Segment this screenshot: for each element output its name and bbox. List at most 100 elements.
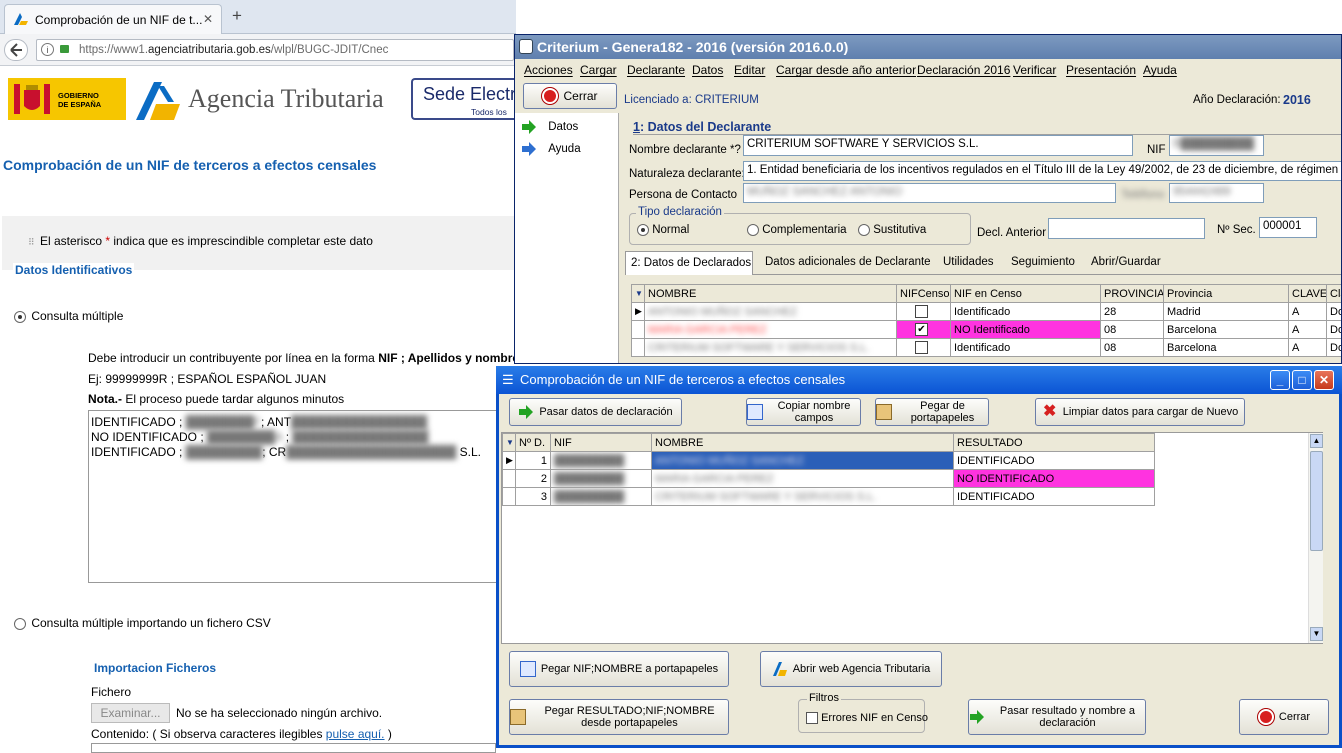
cell-censo[interactable]: ✔ [897, 321, 951, 339]
cell-clave[interactable]: A [1289, 321, 1327, 339]
cell-status[interactable]: Identificado [951, 303, 1101, 321]
tab-datos-adicionales[interactable]: Datos adicionales de Declarante [765, 256, 931, 268]
menu-datos[interactable]: Datos [692, 63, 723, 77]
close-icon[interactable]: ✕ [1314, 370, 1334, 390]
nif-field[interactable]: B█████████ [1169, 135, 1264, 156]
cell-clave[interactable]: A [1289, 303, 1327, 321]
radio-multiple-icon[interactable] [14, 311, 26, 323]
cell-province[interactable]: Madrid [1164, 303, 1289, 321]
dialog-close-button[interactable]: Cerrar [1239, 699, 1329, 735]
checkbox-icon[interactable] [915, 341, 928, 354]
scroll-thumb[interactable] [1310, 451, 1323, 551]
cell-prov[interactable]: 28 [1101, 303, 1164, 321]
grid-header[interactable]: NOMBRE [652, 434, 954, 452]
grid-header[interactable]: RESULTADO [954, 434, 1155, 452]
clear-data-button[interactable]: ✖ Limpiar datos para cargar de Nuevo [1035, 398, 1245, 426]
nav-ayuda[interactable]: Ayuda [521, 141, 581, 157]
tab-abrir-guardar[interactable]: Abrir/Guardar [1091, 256, 1161, 268]
cell-cla[interactable]: Do [1327, 339, 1342, 357]
pass-data-button[interactable]: Pasar datos de declaración [509, 398, 682, 426]
scroll-up-icon[interactable]: ▲ [1310, 434, 1323, 448]
grid-header[interactable]: Provincia [1164, 285, 1289, 303]
criterium-close-button[interactable]: Cerrar [523, 83, 617, 109]
cell-name[interactable]: ANTONIO MUÑOZ SANCHEZ [645, 303, 897, 321]
cell-nif[interactable]: █████████ [551, 470, 652, 488]
type-normal[interactable]: Normal [637, 224, 689, 236]
new-tab-button[interactable]: + [232, 6, 242, 26]
tab-utilidades[interactable]: Utilidades [943, 256, 994, 268]
cell-prov[interactable]: 08 [1101, 339, 1164, 357]
paste-result-button[interactable]: Pegar RESULTADO;NIF;NOMBRE desde portapa… [509, 699, 729, 735]
cell-nif[interactable]: █████████ [551, 488, 652, 506]
menu-declarante[interactable]: Declarante [627, 63, 685, 77]
paste-nif-button[interactable]: Pegar NIF;NOMBRE a portapapeles [509, 651, 729, 687]
grid-header[interactable]: NIF en Censo [951, 285, 1101, 303]
cell-number[interactable]: 2 [516, 470, 551, 488]
grid-header[interactable]: Nº D. [516, 434, 551, 452]
tab-seguimiento[interactable]: Seguimiento [1011, 256, 1075, 268]
nav-datos[interactable]: Datos [521, 119, 578, 135]
content-link[interactable]: pulse aquí. [326, 727, 385, 741]
cell-number[interactable]: 1 [516, 452, 551, 470]
vertical-scrollbar[interactable]: ▲ ▼ [1308, 433, 1323, 643]
cell-nif[interactable]: █████████ [551, 452, 652, 470]
name-field[interactable]: CRITERIUM SOFTWARE Y SERVICIOS S.L. [743, 135, 1133, 156]
filter-checkbox-icon[interactable] [806, 712, 818, 724]
scroll-down-icon[interactable]: ▼ [1310, 627, 1323, 641]
menu-presentacion[interactable]: Presentación [1066, 63, 1136, 77]
option-consulta-csv[interactable]: Consulta múltiple importando un fichero … [14, 616, 271, 630]
cell-censo[interactable] [897, 339, 951, 357]
menu-cargar-anterior[interactable]: Cargar desde año anterior [776, 63, 916, 77]
cell-province[interactable]: Barcelona [1164, 321, 1289, 339]
table-row[interactable]: CRITERIUM SOFTWARE Y SERVICIOS S.L. Iden… [632, 339, 1342, 357]
grid-header[interactable]: NIFCenso [897, 285, 951, 303]
cell-result[interactable]: IDENTIFICADO [954, 452, 1155, 470]
cell-name[interactable]: CRITERIUM SOFTWARE Y SERVICIOS S.L. [652, 488, 954, 506]
option-consulta-multiple[interactable]: Consulta múltiple [14, 309, 123, 323]
cell-prov[interactable]: 08 [1101, 321, 1164, 339]
phone-field[interactable]: 954442489 [1169, 183, 1264, 203]
menu-verificar[interactable]: Verificar [1013, 63, 1056, 77]
examine-button[interactable]: Examinar... [91, 703, 170, 723]
cell-result[interactable]: NO IDENTIFICADO [954, 470, 1155, 488]
cell-name[interactable]: CRITERIUM SOFTWARE Y SERVICIOS S.L. [645, 339, 897, 357]
pass-result-button[interactable]: Pasar resultado y nombre a declaración [968, 699, 1146, 735]
browser-tab[interactable]: Comprobación de un NIF de t... ✕ [4, 4, 222, 34]
copy-fields-button[interactable]: Copiar nombre campos [746, 398, 861, 426]
nif-textarea[interactable]: IDENTIFICADO ; ████████F; ANT███████████… [88, 410, 516, 583]
minimize-icon[interactable]: _ [1270, 370, 1290, 390]
grid-header[interactable]: PROVINCIA [1101, 285, 1164, 303]
cell-name[interactable]: MARIA GARCIA PEREZ [645, 321, 897, 339]
paste-clipboard-button[interactable]: Pegar de portapapeles [875, 398, 989, 426]
address-bar[interactable]: i https://www1.agenciatributaria.gob.es/… [36, 39, 514, 61]
sede-banner[interactable]: Sede Electr Todos los [411, 78, 516, 120]
maximize-icon[interactable]: □ [1292, 370, 1312, 390]
table-row[interactable]: ▶ 1 █████████ ANTONIO MUÑOZ SANCHEZ IDEN… [503, 452, 1155, 470]
seq-field[interactable]: 000001 [1259, 217, 1317, 238]
open-web-button[interactable]: Abrir web Agencia Tributaria [760, 651, 942, 687]
checkbox-icon[interactable] [915, 305, 928, 318]
cell-cla[interactable]: Do [1327, 321, 1342, 339]
table-row[interactable]: 2 █████████ MARIA GARCIA PEREZ NO IDENTI… [503, 470, 1155, 488]
cell-censo[interactable] [897, 303, 951, 321]
back-arrow-icon[interactable] [4, 39, 28, 61]
menu-declaracion[interactable]: Declaración 2016 [917, 63, 1010, 77]
content-textarea[interactable] [91, 743, 496, 753]
radio-sustitutiva-icon[interactable] [858, 224, 870, 236]
grid-header[interactable]: CLAVE [1289, 285, 1327, 303]
type-complementaria[interactable]: Complementaria [747, 224, 847, 236]
cell-number[interactable]: 3 [516, 488, 551, 506]
prev-decl-field[interactable] [1048, 218, 1205, 239]
cell-province[interactable]: Barcelona [1164, 339, 1289, 357]
filter-errors[interactable]: Errores NIF en Censo [806, 712, 928, 724]
grid-header[interactable]: NIF [551, 434, 652, 452]
cell-status[interactable]: NO Identificado [951, 321, 1101, 339]
type-sustitutiva[interactable]: Sustitutiva [858, 224, 926, 236]
cell-cla[interactable]: Do [1327, 303, 1342, 321]
nature-field[interactable]: 1. Entidad beneficiaria de los incentivo… [743, 161, 1342, 181]
cell-name[interactable]: ANTONIO MUÑOZ SANCHEZ [652, 452, 954, 470]
menu-acciones[interactable]: Acciones [524, 63, 573, 77]
grid-header[interactable]: NOMBRE [645, 285, 897, 303]
radio-normal-icon[interactable] [637, 224, 649, 236]
menu-ayuda[interactable]: Ayuda [1143, 63, 1177, 77]
